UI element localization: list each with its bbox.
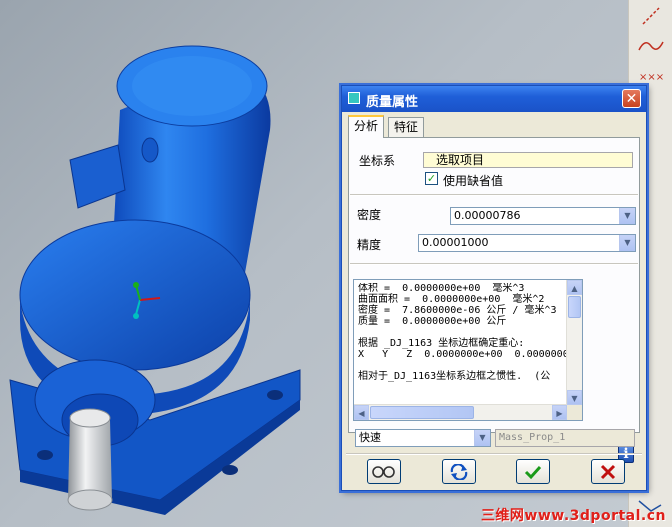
scroll-down-icon[interactable]: ▼: [567, 390, 582, 405]
result-line: X Y Z 0.0000000e+00 0.0000000: [358, 349, 566, 360]
results-content: 体积 = 0.0000000e+00 毫米^3 曲面面积 = 0.0000000e…: [358, 283, 566, 401]
precision-input[interactable]: 0.00001000 ▼: [418, 234, 636, 252]
separator: [350, 263, 638, 265]
points-icon[interactable]: ×××: [633, 62, 669, 86]
check-icon: ✓: [426, 172, 437, 185]
dialog-app-icon: [348, 92, 360, 104]
density-value: 0.00000786: [454, 209, 521, 222]
result-line: [358, 327, 566, 338]
coord-system-label: 坐标系: [359, 154, 396, 168]
result-line: 质量 = 0.0000000e+00 公斤: [358, 316, 507, 327]
result-line: 曲面面积 = 0.0000000e+00 毫米^2: [358, 294, 545, 305]
coord-system-selector[interactable]: 选取项目: [423, 152, 633, 168]
svg-text:×××: ×××: [639, 72, 664, 83]
scroll-left-icon[interactable]: ◀: [354, 405, 369, 420]
scroll-thumb[interactable]: [568, 296, 581, 318]
analysis-name-field[interactable]: Mass_Prop_1: [495, 429, 635, 447]
site-watermark: 三维网www.3dportal.cn: [480, 508, 666, 524]
ok-button[interactable]: [516, 459, 550, 484]
close-button[interactable]: ✕: [622, 89, 641, 108]
precision-label: 精度: [357, 238, 382, 252]
scroll-right-icon[interactable]: ▶: [552, 405, 567, 420]
tab-feature[interactable]: 特征: [388, 117, 425, 137]
repeat-arrows-icon: [450, 463, 468, 481]
result-line: 密度 = 7.8600000e-06 公斤 / 毫米^3: [358, 305, 557, 316]
use-default-checkbox[interactable]: ✓: [425, 172, 438, 185]
dashed-line-icon[interactable]: [633, 4, 669, 28]
close-icon: ✕: [625, 91, 638, 107]
mass-properties-dialog: 质量属性 ✕ 分析 特征 坐标系 选取项目 ✓ 使用缺省值 密度 0.00000…: [341, 85, 647, 491]
separator: [350, 194, 638, 196]
vertical-scrollbar[interactable]: ▲ ▼: [566, 280, 582, 405]
precision-value: 0.00001000: [422, 236, 489, 249]
result-line: 根据 _DJ_1163 坐标边框确定重心:: [358, 338, 525, 349]
calc-mode-value: 快速: [359, 431, 381, 444]
tab-analysis[interactable]: 分析: [348, 115, 385, 138]
preview-glasses-icon: [372, 466, 395, 478]
calc-mode-select[interactable]: 快速 ▼: [355, 429, 491, 447]
dialog-titlebar[interactable]: 质量属性 ✕: [342, 86, 646, 112]
chevron-down-icon[interactable]: ▼: [619, 235, 635, 251]
repeat-button[interactable]: [442, 459, 476, 484]
result-line: 相对于_DJ_1163坐标系边框之惯性. (公: [358, 371, 551, 382]
density-input[interactable]: 0.00000786 ▼: [450, 207, 636, 225]
result-line: 体积 = 0.0000000e+00 毫米^3: [358, 283, 525, 294]
scroll-thumb[interactable]: [370, 406, 474, 419]
use-default-label: 使用缺省值: [443, 174, 504, 188]
ok-check-icon: [524, 465, 542, 480]
cancel-button[interactable]: [591, 459, 625, 484]
preview-button[interactable]: [367, 459, 401, 484]
result-line: [358, 360, 566, 371]
separator: [346, 453, 642, 455]
scroll-up-icon[interactable]: ▲: [567, 280, 582, 295]
chevron-down-icon[interactable]: ▼: [474, 430, 490, 446]
cancel-x-icon: [600, 464, 616, 480]
scrollbar-corner: [567, 405, 582, 420]
chevron-down-icon[interactable]: ▼: [619, 208, 635, 224]
density-label: 密度: [357, 208, 382, 222]
dialog-title: 质量属性: [366, 95, 419, 110]
results-text-area[interactable]: 体积 = 0.0000000e+00 毫米^3 曲面面积 = 0.0000000e…: [353, 279, 583, 421]
horizontal-scrollbar[interactable]: ◀ ▶: [354, 404, 567, 420]
curve-sketch-icon[interactable]: [633, 34, 669, 58]
